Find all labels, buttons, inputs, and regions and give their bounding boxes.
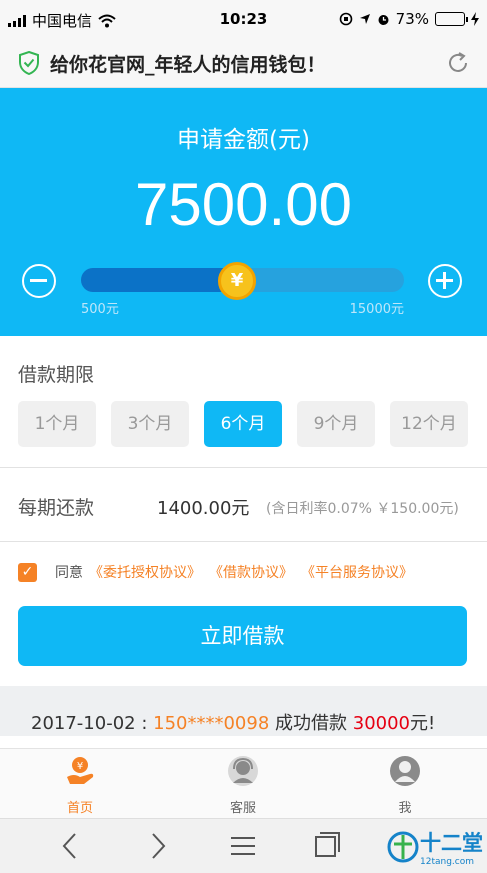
loan-term-section: 借款期限 1个月 3个月 6个月 9个月 12个月 [0, 336, 487, 468]
agreement-row: ✓ 同意 《委托授权协议》 《借款协议》 《平台服务协议》 [18, 562, 421, 582]
term-option-3-months[interactable]: 3个月 [111, 401, 189, 447]
refresh-icon[interactable] [445, 50, 471, 76]
apply-loan-button[interactable]: 立即借款 [18, 606, 467, 666]
ticker-date: 2017-10-02 : [31, 713, 154, 734]
repayment-value: 1400.00元 [157, 498, 250, 519]
tab-bar: ¥ 首页 客服 我 [0, 748, 487, 818]
minus-icon [30, 279, 47, 282]
windows-icon[interactable] [312, 831, 342, 861]
watermark-sub: 12tang.com [420, 857, 474, 867]
hand-yuan-icon: ¥ [67, 757, 94, 784]
tab-customer-service-label: 客服 [229, 801, 256, 816]
watermark-text: 十二堂 [420, 831, 483, 855]
agreement-prefix: 同意 [55, 565, 83, 581]
tab-me-label: 我 [398, 801, 412, 816]
orientation-lock-icon [339, 12, 352, 26]
battery-percent: 73% [395, 10, 429, 28]
loan-ticker: 2017-10-02 : 150****0098 成功借款 30000元! [0, 686, 487, 736]
status-bar: 中国电信 10:23 73% [0, 0, 487, 38]
loan-term-options: 1个月 3个月 6个月 9个月 12个月 [18, 401, 468, 447]
user-icon [390, 756, 420, 786]
shield-check-icon [19, 51, 39, 75]
repayment-label: 每期还款 [18, 497, 95, 519]
watermark-logo-icon [387, 831, 419, 863]
menu-icon[interactable] [228, 831, 258, 861]
ticker-amount: 30000 [352, 713, 411, 734]
watermark: 十二堂 12tang.com [386, 827, 483, 867]
loan-term-heading: 借款期限 [18, 364, 95, 386]
term-option-6-months[interactable]: 6个月 [204, 401, 282, 447]
alarm-icon [378, 14, 389, 25]
customer-service-icon [228, 756, 258, 786]
ticker-action: 成功借款 [269, 713, 353, 734]
repayment-row: 每期还款 1400.00元 (含日利率0.07% ￥150.00元) [0, 468, 487, 542]
tab-home[interactable]: ¥ 首页 [20, 755, 140, 816]
amount-max-label: 15000元 [349, 302, 404, 317]
amount-slider-thumb[interactable]: ¥ [218, 262, 256, 300]
svg-text:¥: ¥ [77, 761, 83, 772]
charging-icon [471, 12, 479, 26]
amount-min-label: 500元 [81, 302, 119, 317]
ticker-phone: 150****0098 [153, 713, 270, 734]
platform-service-agreement-link[interactable]: 《平台服务协议》 [301, 562, 413, 582]
amount-slider-fill [81, 268, 237, 292]
back-icon[interactable] [56, 831, 86, 861]
tab-home-label: 首页 [66, 801, 93, 816]
authorization-agreement-link[interactable]: 《委托授权协议》 [89, 562, 201, 582]
page-title: 给你花官网_年轻人的信用钱包！ [50, 54, 326, 76]
term-option-9-months[interactable]: 9个月 [297, 401, 375, 447]
agreement-checkbox[interactable]: ✓ [18, 562, 37, 582]
repayment-note: (含日利率0.07% ￥150.00元) [266, 501, 459, 517]
location-icon [359, 14, 370, 24]
term-option-1-month[interactable]: 1个月 [18, 401, 96, 447]
browser-toolbar: 十二堂 12tang.com [0, 818, 487, 873]
tab-customer-service[interactable]: 客服 [183, 755, 303, 816]
battery-icon [435, 12, 468, 26]
title-bar: 给你花官网_年轻人的信用钱包！ [0, 38, 487, 88]
loan-amount-label: 申请金额(元) [177, 127, 310, 153]
decrease-amount-button[interactable] [22, 264, 56, 298]
loan-amount-value: 7500.00 [135, 171, 352, 238]
forward-icon[interactable] [142, 831, 172, 861]
increase-amount-button[interactable] [428, 264, 462, 298]
tab-me[interactable]: 我 [345, 755, 465, 816]
term-option-12-months[interactable]: 12个月 [390, 401, 468, 447]
loan-amount-panel: 申请金额(元) 7500.00 ¥ 500元 15000元 [0, 88, 487, 336]
loan-agreement-link[interactable]: 《借款协议》 [209, 562, 293, 582]
ticker-line: 2017-10-02 : 150****0098 成功借款 30000元! [31, 709, 435, 735]
ticker-suffix: 元! [410, 713, 436, 734]
